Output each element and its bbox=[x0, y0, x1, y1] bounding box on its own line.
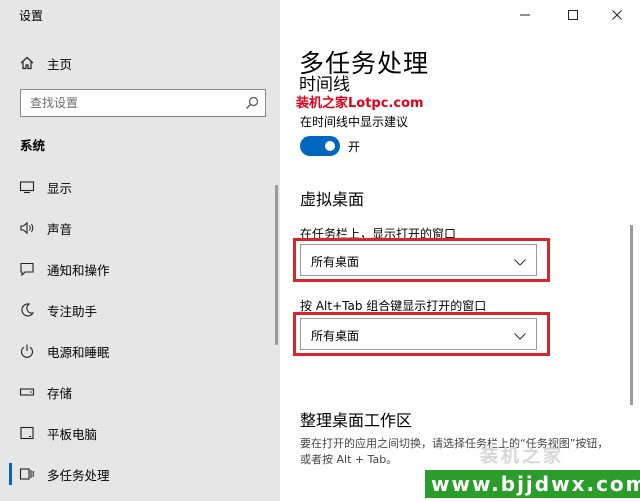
toggle-knob bbox=[325, 141, 335, 151]
highlight-frame bbox=[293, 238, 550, 282]
display-icon bbox=[18, 178, 36, 196]
watermark-url: www.bjjdwx.com bbox=[425, 470, 640, 498]
search-input[interactable] bbox=[21, 90, 237, 116]
sidebar-item-power[interactable]: 电源和睡眠 bbox=[0, 333, 280, 369]
power-icon bbox=[18, 342, 36, 360]
main-scrollbar[interactable] bbox=[630, 225, 633, 405]
sidebar-item-label: 声音 bbox=[47, 221, 73, 237]
moon-icon bbox=[18, 301, 36, 319]
sidebar-item-sound[interactable]: 声音 bbox=[0, 210, 280, 246]
work-area-heading: 整理桌面工作区 bbox=[300, 411, 413, 430]
sidebar-item-storage[interactable]: 存储 bbox=[0, 374, 280, 410]
sidebar-item-label: 显示 bbox=[47, 180, 73, 196]
work-area-description: 要在打开的应用之间切换，请选择任务栏上的“任务视图”按钮，或者按 Alt + T… bbox=[300, 437, 609, 466]
search-icon[interactable] bbox=[244, 95, 260, 111]
sidebar-scrollbar[interactable] bbox=[275, 185, 278, 345]
sidebar-item-label: 平板电脑 bbox=[47, 426, 98, 442]
sidebar-item-label: 存储 bbox=[47, 385, 73, 401]
sidebar-item-label: 电源和睡眠 bbox=[47, 344, 110, 360]
sidebar-item-notifications[interactable]: 通知和操作 bbox=[0, 251, 280, 287]
tablet-icon bbox=[18, 424, 36, 442]
maximize-button[interactable] bbox=[550, 0, 596, 30]
section-title: 系统 bbox=[20, 138, 46, 153]
sidebar-item-multitasking[interactable]: 多任务处理 bbox=[0, 456, 280, 492]
sidebar-item-label: 通知和操作 bbox=[47, 262, 110, 278]
virtual-desktops-heading: 虚拟桌面 bbox=[300, 190, 365, 209]
sidebar-item-label: 主页 bbox=[47, 56, 73, 72]
sidebar: 设置 主页 系统 显示 声音 通知和操作 专注助手 bbox=[0, 0, 280, 501]
sidebar-item-label: 专注助手 bbox=[47, 303, 98, 319]
timeline-suggest-toggle[interactable] bbox=[300, 136, 340, 156]
close-button[interactable] bbox=[594, 0, 640, 30]
home-icon bbox=[18, 54, 36, 72]
minimize-button[interactable] bbox=[502, 0, 548, 30]
storage-icon bbox=[18, 383, 36, 401]
maximize-icon bbox=[567, 6, 579, 25]
sidebar-item-display[interactable]: 显示 bbox=[0, 169, 280, 205]
timeline-suggest-label: 在时间线中显示建议 bbox=[300, 115, 409, 129]
watermark-logo: 装机之家 bbox=[480, 446, 564, 467]
timeline-heading-text: 时间线 bbox=[299, 75, 350, 94]
multitask-icon bbox=[18, 465, 36, 483]
speaker-icon bbox=[18, 219, 36, 237]
timeline-heading: 时间线 bbox=[299, 74, 419, 94]
sidebar-item-tablet[interactable]: 平板电脑 bbox=[0, 415, 280, 451]
search-box[interactable] bbox=[20, 89, 266, 117]
notification-icon bbox=[18, 260, 36, 278]
sidebar-item-home[interactable]: 主页 bbox=[0, 45, 280, 81]
minimize-icon bbox=[519, 6, 531, 25]
app-title: 设置 bbox=[19, 9, 44, 23]
highlight-frame bbox=[293, 312, 550, 356]
toggle-state-label: 开 bbox=[348, 140, 361, 154]
watermark-text: 装机之家Lotpc.com bbox=[296, 96, 424, 111]
sidebar-item-label: 多任务处理 bbox=[47, 467, 110, 483]
main-panel: 多任务处理 时间线 装机之家Lotpc.com 在时间线中显示建议 开 虚拟桌面… bbox=[280, 0, 640, 501]
sidebar-item-focus-assist[interactable]: 专注助手 bbox=[0, 292, 280, 328]
close-icon bbox=[611, 6, 623, 25]
